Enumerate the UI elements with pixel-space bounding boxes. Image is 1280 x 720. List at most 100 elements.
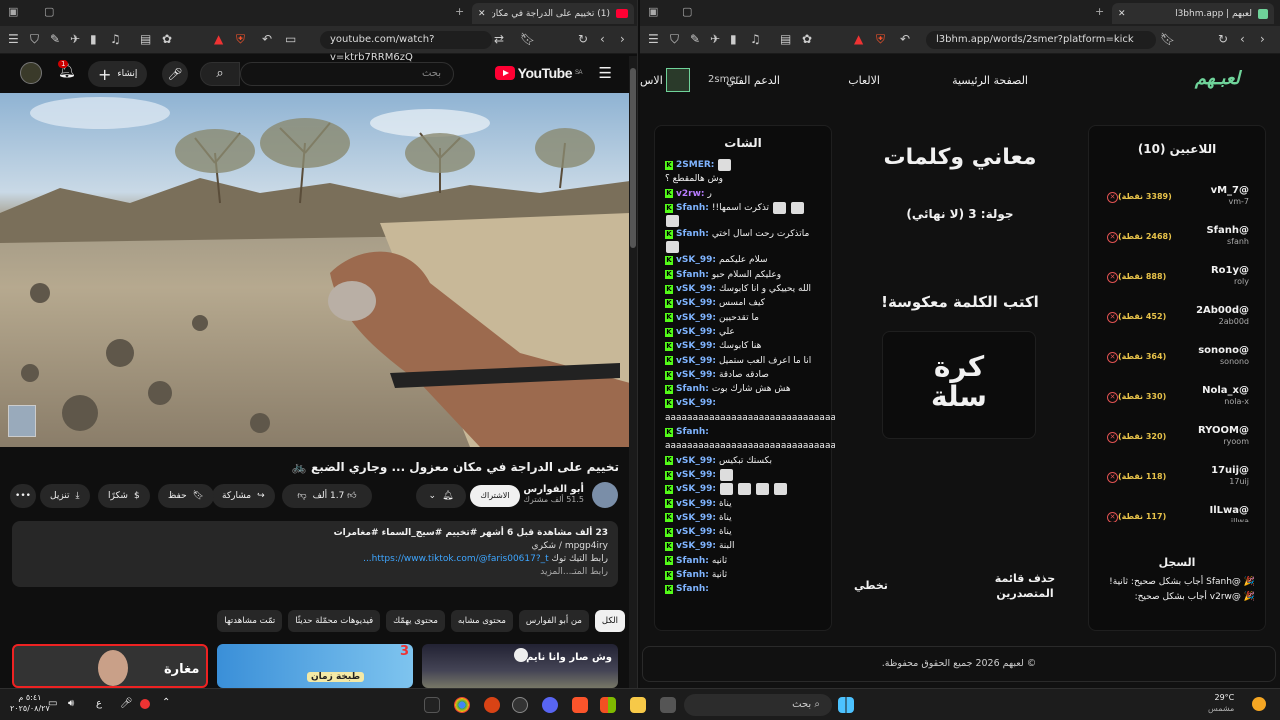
remove-player-icon[interactable]: ✕: [1107, 432, 1118, 443]
clear-leaderboard-button[interactable]: حذف قائمة المتصدرين: [984, 571, 1066, 601]
screenshot-icon[interactable]: ▤: [140, 32, 151, 46]
remove-player-icon[interactable]: ✕: [1107, 272, 1118, 283]
app-icon[interactable]: [484, 697, 500, 713]
chip-all[interactable]: الكل: [594, 610, 625, 632]
chat-username[interactable]: vSK_99:: [676, 325, 716, 339]
related-video-thumbnail[interactable]: طبخة زمان 3: [217, 644, 413, 688]
chat-username[interactable]: vSK_99:: [676, 482, 716, 496]
chat-username[interactable]: v2rw:: [676, 187, 704, 201]
close-icon[interactable]: ✕: [478, 9, 486, 19]
weather-widget[interactable]: 29°C مشمس: [1208, 692, 1234, 714]
chip-similar[interactable]: محتوى مشابه: [450, 610, 513, 632]
notification-bell-button[interactable]: 🔔︎ ⌄: [416, 484, 466, 508]
search-input[interactable]: بحث: [240, 62, 454, 86]
reader-icon[interactable]: ▭: [285, 32, 296, 46]
pin-icon[interactable]: ✈: [710, 32, 720, 46]
music-icon[interactable]: ♫: [750, 32, 761, 46]
channel-name[interactable]: أبو الفوارس: [523, 484, 584, 495]
chip-watched[interactable]: تمّت مشاهدتها: [217, 610, 283, 632]
tabs-icon[interactable]: ▢: [44, 5, 54, 18]
chat-username[interactable]: vSK_99:: [676, 311, 716, 325]
store-icon[interactable]: [600, 697, 616, 713]
sidebar-icon[interactable]: ▮: [90, 32, 97, 46]
related-video-thumbnail[interactable]: مغارة: [12, 644, 208, 688]
like-button[interactable]: 👍︎ 1.7 ألف: [313, 491, 357, 501]
tabs-icon[interactable]: ▢: [682, 5, 692, 18]
remove-player-icon[interactable]: ✕: [1107, 392, 1118, 403]
shield-icon[interactable]: ⛉: [670, 32, 679, 47]
chat-username[interactable]: Sfanh:: [676, 227, 709, 241]
chat-username[interactable]: vSK_99:: [676, 354, 716, 368]
mic-tray-icon[interactable]: 🎤︎: [120, 698, 133, 709]
brave-shield-icon[interactable]: ⛨: [236, 32, 245, 47]
remove-player-icon[interactable]: ✕: [1107, 192, 1118, 203]
extensions-icon[interactable]: ✎: [50, 32, 60, 46]
record-tray-icon[interactable]: [140, 699, 150, 709]
bookmark-icon[interactable]: 🔖︎: [1160, 32, 1175, 46]
site-logo[interactable]: لعبـهم: [1195, 68, 1240, 89]
puzzle-icon[interactable]: ✿: [802, 32, 812, 46]
back-icon[interactable]: ↶: [262, 32, 272, 46]
steam-icon[interactable]: [512, 697, 528, 713]
description-more[interactable]: رابط المتـ...المزيد: [22, 566, 608, 579]
tab-youtube[interactable]: (1) تخييم على الدراجة في مكان ✕: [472, 3, 634, 24]
hamburger-menu-icon[interactable]: ☰: [599, 64, 612, 82]
youtube-logo[interactable]: YouTube SA: [494, 65, 583, 81]
dislike-button[interactable]: 👎︎: [297, 491, 306, 501]
language-indicator[interactable]: ع: [96, 698, 102, 709]
tiktok-link[interactable]: https://www.tiktok.com/@faris00617?_t...: [363, 554, 549, 564]
music-icon[interactable]: ♫: [110, 32, 121, 46]
reload-icon[interactable]: ↻: [1218, 32, 1228, 46]
sidebar-icon[interactable]: ▮: [730, 32, 737, 46]
chrome-icon[interactable]: [454, 697, 470, 713]
notifications-button[interactable]: 🔔︎ 1: [58, 60, 76, 79]
address-bar[interactable]: youtube.com/watch?v=ktrb7RRM6zQ: [320, 31, 492, 63]
related-video-thumbnail[interactable]: وش صار وانا نايم ؟: [422, 644, 618, 688]
pin-icon[interactable]: ✈: [70, 32, 80, 46]
discord-icon[interactable]: [542, 697, 558, 713]
task-view-icon[interactable]: [660, 697, 676, 713]
chat-username[interactable]: vSK_99:: [676, 282, 716, 296]
chevron-up-icon[interactable]: ⌃: [162, 697, 170, 708]
address-bar[interactable]: l3bhm.app/words/2smer?platform=kick: [926, 31, 1156, 49]
screenshot-icon[interactable]: ▤: [780, 32, 791, 46]
remove-player-icon[interactable]: ✕: [1107, 512, 1118, 522]
remove-player-icon[interactable]: ✕: [1107, 312, 1118, 323]
voice-search-button[interactable]: 🎤︎: [162, 61, 188, 87]
remove-player-icon[interactable]: ✕: [1107, 232, 1118, 243]
chip-from-channel[interactable]: من أبو الفوارس: [518, 610, 589, 632]
channel-avatar[interactable]: [592, 482, 618, 508]
chat-username[interactable]: 2SMER:: [676, 158, 714, 172]
bookmark-icon[interactable]: 🔖︎: [520, 32, 535, 46]
page-scrollbar[interactable]: [629, 56, 637, 688]
clock[interactable]: ٥:٤١ م ٢٠٢٥/٠٨/٢٧: [10, 692, 50, 714]
chat-username[interactable]: vSK_99:: [676, 368, 716, 382]
subscribe-button[interactable]: الاشتراك: [470, 485, 520, 507]
chat-username[interactable]: Sfanh:: [676, 425, 709, 439]
chat-username[interactable]: Sfanh:: [676, 554, 709, 568]
close-icon[interactable]: ✕: [1118, 9, 1126, 19]
description-box[interactable]: 23 ألف مشاهدة قبل 6 أشهر #تخييم #سيج_الس…: [12, 521, 618, 587]
new-tab-button[interactable]: +: [1095, 5, 1104, 18]
forward-arrow-icon[interactable]: ›: [620, 32, 625, 46]
create-button[interactable]: إنشاء +: [88, 61, 148, 87]
save-button[interactable]: 🔖︎ حفظ: [158, 484, 215, 508]
chat-username[interactable]: Sfanh:: [676, 382, 709, 396]
remove-player-icon[interactable]: ✕: [1107, 352, 1118, 363]
chat-username[interactable]: Sfanh:: [676, 268, 709, 282]
reload-icon[interactable]: ↻: [578, 32, 588, 46]
back-arrow-icon[interactable]: ‹: [600, 32, 605, 46]
chat-username[interactable]: vSK_99:: [676, 511, 716, 525]
nav-user[interactable]: 2smer: [708, 74, 740, 85]
more-actions-button[interactable]: •••: [10, 484, 36, 508]
chat-username[interactable]: vSK_99:: [676, 339, 716, 353]
menu-icon[interactable]: ☰: [8, 32, 19, 46]
download-button[interactable]: ⤓ تنزيل: [40, 484, 90, 508]
chat-username[interactable]: Sfanh:: [676, 582, 709, 596]
puzzle-icon[interactable]: ✿: [162, 32, 172, 46]
back-icon[interactable]: ↶: [900, 32, 910, 46]
chat-username[interactable]: vSK_99:: [676, 539, 716, 553]
chat-username[interactable]: vSK_99:: [676, 454, 716, 468]
scrollbar-thumb[interactable]: [630, 68, 636, 248]
new-tab-button[interactable]: +: [455, 5, 464, 18]
